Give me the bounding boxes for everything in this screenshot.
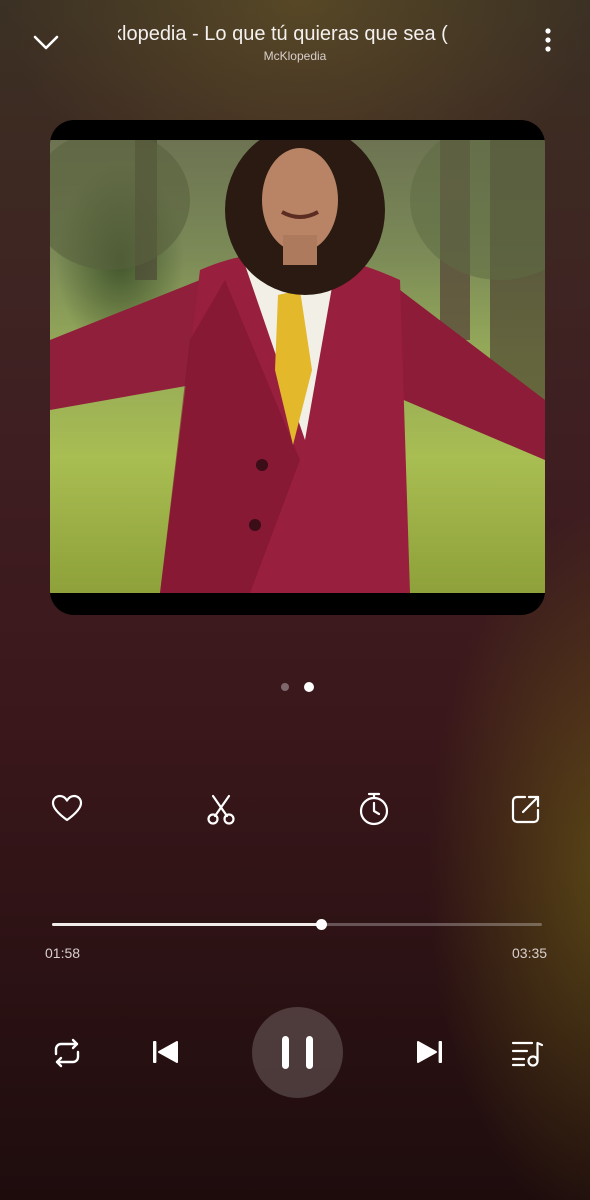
more-options-icon[interactable] bbox=[533, 26, 563, 56]
pause-button[interactable] bbox=[252, 1007, 343, 1098]
song-title: klopedia - Lo que tú quieras que sea ( bbox=[118, 23, 448, 45]
page-indicator-dot-active[interactable] bbox=[304, 682, 314, 692]
repeat-icon[interactable] bbox=[48, 1034, 86, 1072]
song-title-marquee: klopedia - Lo que tú quieras que sea ( bbox=[118, 20, 480, 48]
elapsed-time: 01:58 bbox=[45, 945, 81, 961]
timer-icon[interactable] bbox=[355, 790, 393, 828]
queue-music-icon[interactable] bbox=[508, 1034, 546, 1072]
progress-fill bbox=[52, 923, 321, 926]
skip-previous-icon[interactable] bbox=[148, 1034, 184, 1070]
page-indicator-dot[interactable] bbox=[281, 683, 289, 691]
progress-thumb[interactable] bbox=[316, 919, 327, 930]
skip-next-icon[interactable] bbox=[411, 1034, 447, 1070]
heart-icon[interactable] bbox=[50, 792, 84, 826]
total-duration: 03:35 bbox=[512, 945, 548, 961]
scissors-icon[interactable] bbox=[203, 792, 239, 828]
album-artwork[interactable] bbox=[50, 120, 545, 615]
artwork-image bbox=[50, 140, 545, 593]
share-icon[interactable] bbox=[509, 792, 543, 826]
pause-icon bbox=[282, 1036, 313, 1069]
progress-track[interactable] bbox=[52, 923, 542, 926]
artist-name[interactable]: McKlopedia bbox=[0, 49, 590, 63]
